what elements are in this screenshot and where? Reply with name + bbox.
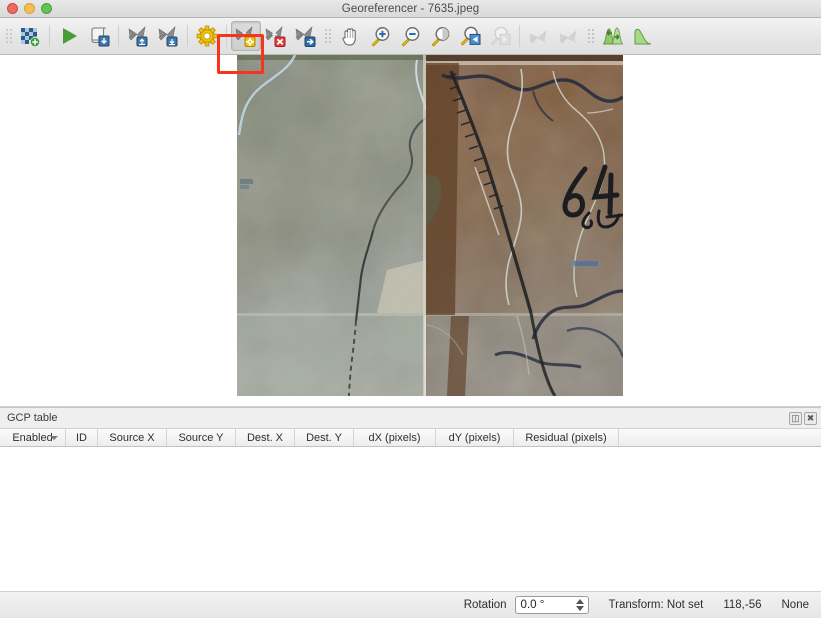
zoom-in-icon — [371, 27, 390, 47]
toolbar-separator — [118, 25, 119, 47]
column-header-dy[interactable]: dY (pixels) — [436, 429, 514, 446]
georeferencer-window: Georeferencer - 7635.jpeg GCP table ◫ ✖ … — [0, 0, 821, 618]
coordinate-display: 118,-56 — [723, 599, 762, 611]
spinner-arrows-icon[interactable] — [573, 597, 587, 613]
crs-status[interactable]: None — [782, 599, 810, 611]
add-point-button[interactable] — [231, 21, 261, 51]
yellow-gear-icon — [196, 25, 218, 47]
checkerboard-plus-icon — [21, 28, 40, 47]
close-icon[interactable]: ✖ — [804, 411, 817, 425]
column-header-residual[interactable]: Residual (pixels) — [514, 429, 619, 446]
toolbar-drag-handle-3[interactable] — [587, 24, 595, 48]
zoom-out-button[interactable] — [395, 21, 425, 51]
zoom-in-button[interactable] — [365, 21, 395, 51]
gcp-table-dock: GCP table ◫ ✖ Enabled ID Source X Source… — [0, 407, 821, 592]
gcp-save-icon — [158, 26, 178, 47]
zoom-last-icon — [460, 26, 481, 46]
zoom-last-button[interactable] — [455, 21, 485, 51]
toolbar-separator — [226, 25, 227, 47]
scanned-map-photo — [237, 55, 623, 396]
full-histogram-stretch-button[interactable] — [598, 21, 628, 51]
main-toolbar — [0, 18, 821, 74]
column-header-dest-y[interactable]: Dest. Y — [295, 429, 354, 446]
delete-point-button[interactable] — [261, 21, 291, 51]
gcp-load-icon — [128, 26, 148, 47]
local-histogram-stretch-button[interactable] — [628, 21, 658, 51]
gcp-move-point-icon — [295, 26, 316, 47]
zoom-next-icon — [490, 26, 511, 46]
toolbar-separator — [49, 25, 50, 47]
transformation-settings-button[interactable] — [192, 21, 222, 51]
link-grey-2-icon — [559, 30, 577, 44]
column-header-id[interactable]: ID — [66, 429, 98, 446]
rotation-value: 0.0 ° — [520, 599, 545, 611]
toolbar-separator — [187, 25, 188, 47]
float-icon[interactable]: ◫ — [789, 411, 802, 425]
title-bar: Georeferencer - 7635.jpeg — [0, 0, 821, 18]
column-header-source-x[interactable]: Source X — [98, 429, 167, 446]
toolbar-drag-handle-2[interactable] — [324, 24, 332, 48]
gcp-table-header: Enabled ID Source X Source Y Dest. X Des… — [0, 428, 821, 447]
link-georeferencer-to-qgis-button — [524, 21, 554, 51]
status-bar: Rotation 0.0 ° Transform: Not set 118,-5… — [0, 592, 821, 618]
generate-gdal-script-button[interactable] — [84, 21, 114, 51]
zoom-out-icon — [401, 27, 420, 47]
transform-status: Transform: Not set — [608, 599, 704, 611]
start-georeferencing-button[interactable] — [54, 21, 84, 51]
column-header-filler — [619, 429, 821, 446]
georeferencer-canvas[interactable] — [0, 55, 821, 407]
pan-button[interactable] — [335, 21, 365, 51]
script-save-icon — [91, 27, 110, 47]
zoom-to-layer-icon — [431, 27, 450, 47]
histogram-local-icon — [634, 28, 652, 45]
column-header-dest-x[interactable]: Dest. X — [236, 429, 295, 446]
column-header-enabled[interactable]: Enabled — [0, 429, 66, 446]
gcp-table-title: GCP table — [7, 412, 58, 424]
zoom-next-button — [485, 21, 515, 51]
green-play-icon — [63, 28, 77, 44]
link-qgis-to-georeferencer-button — [554, 21, 584, 51]
load-gcp-points-button[interactable] — [123, 21, 153, 51]
column-header-dx[interactable]: dX (pixels) — [354, 429, 436, 446]
toolbar-drag-handle[interactable] — [4, 23, 13, 49]
rotation-spinbox[interactable]: 0.0 ° — [514, 596, 589, 614]
rotation-label: Rotation — [463, 599, 507, 611]
pan-hand-icon — [342, 28, 356, 46]
gcp-add-point-icon — [235, 26, 256, 47]
gcp-delete-point-icon — [265, 26, 286, 47]
gcp-table-body[interactable] — [0, 447, 821, 592]
gcp-table-title-bar: GCP table ◫ ✖ — [0, 408, 821, 428]
save-gcp-points-button[interactable] — [153, 21, 183, 51]
histogram-stretch-icon — [602, 27, 624, 45]
move-gcp-point-button[interactable] — [291, 21, 321, 51]
window-title: Georeferencer - 7635.jpeg — [341, 2, 480, 15]
toolbar-separator — [519, 25, 520, 47]
raster-image[interactable] — [237, 55, 623, 396]
zoom-to-layer-button[interactable] — [425, 21, 455, 51]
open-raster-button[interactable] — [15, 21, 45, 51]
link-grey-icon — [529, 30, 547, 44]
column-header-source-y[interactable]: Source Y — [167, 429, 236, 446]
